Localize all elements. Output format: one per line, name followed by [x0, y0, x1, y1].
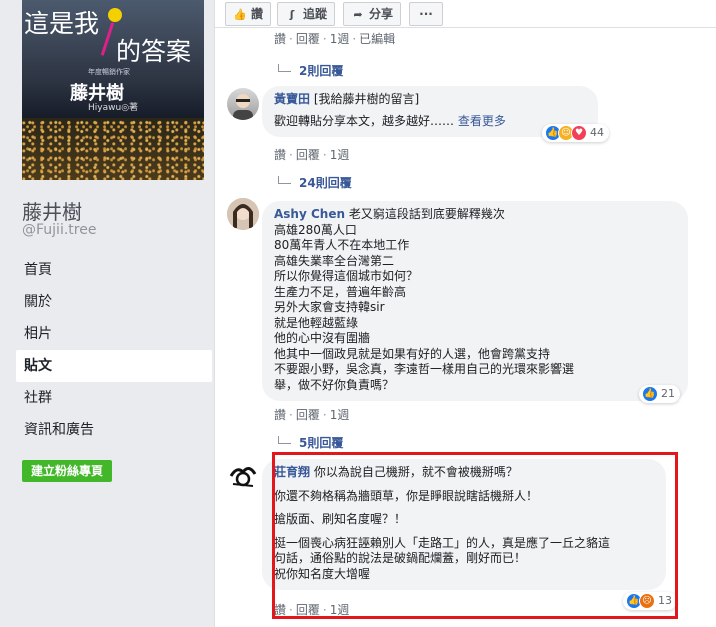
comment-edited[interactable]: 已編輯	[359, 32, 395, 46]
comment-actions: 讚 · 回覆 · 1週	[274, 148, 350, 162]
follow-button[interactable]: ʃ 追蹤	[277, 2, 336, 26]
avatar[interactable]	[227, 460, 259, 492]
avatar[interactable]	[227, 198, 259, 230]
page-handle[interactable]: @Fujii.tree	[22, 222, 96, 238]
view-replies-link[interactable]: 5則回覆	[278, 434, 343, 451]
comment-time[interactable]: 1週	[330, 32, 350, 46]
comment-like-link[interactable]: 讚	[274, 148, 286, 162]
share-arrow-icon: ➦	[353, 8, 363, 21]
comment-reply-link[interactable]: 回覆	[296, 32, 320, 46]
nav-item-info-ads[interactable]: 資訊和廣告	[16, 414, 202, 446]
calligraphy-avatar-icon	[229, 467, 257, 487]
cover-author-en: Hiyawu◎著	[88, 103, 139, 113]
cover-photo[interactable]: 這是我 的答案 年度暢銷作家 藤井樹 Hiyawu◎著	[22, 0, 204, 180]
rss-icon: ʃ	[289, 8, 295, 21]
comment-reply-link[interactable]: 回覆	[296, 408, 320, 422]
cover-title-line1: 這是我	[24, 9, 100, 38]
nav-item-about[interactable]: 關於	[16, 286, 202, 318]
cover-subtitle: 年度暢銷作家	[88, 68, 130, 76]
comment-time[interactable]: 1週	[330, 408, 350, 422]
comment-like-link[interactable]: 讚	[274, 408, 286, 422]
comment-reply-link[interactable]: 回覆	[296, 148, 320, 162]
comment-author[interactable]: 黃寶田	[274, 92, 310, 106]
share-button[interactable]: ➦ 分享	[343, 2, 402, 26]
comment-like-link[interactable]: 讚	[274, 32, 286, 46]
highlight-box	[272, 452, 678, 619]
reaction-summary[interactable]: 👍 ☺ ♥ 44	[542, 124, 609, 142]
view-replies-link[interactable]: 24則回覆	[278, 174, 352, 191]
person-avatar-icon	[227, 198, 259, 230]
cover-yellow-ball	[108, 8, 122, 22]
view-replies-link[interactable]: 2則回覆	[278, 62, 343, 79]
like-page-button[interactable]: 👍 讚	[225, 2, 272, 26]
thumbs-up-icon: 👍	[233, 8, 247, 21]
page-sidebar: 這是我 的答案 年度暢銷作家 藤井樹 Hiyawu◎著 藤井樹 @Fujii.t…	[0, 0, 212, 627]
cover-title-line2: 的答案	[116, 37, 192, 66]
comment-author[interactable]: Ashy Chen	[274, 207, 345, 221]
comment-actions: 讚 · 回覆 · 1週	[274, 408, 350, 422]
comment-time[interactable]: 1週	[330, 148, 350, 162]
reaction-summary[interactable]: 👍 21	[639, 385, 680, 403]
cover-pink-stroke	[100, 22, 115, 56]
avatar[interactable]	[227, 88, 259, 120]
post-comments-panel: 👍 讚 ʃ 追蹤 ➦ 分享 ··· 讚 · 回覆 · 1週 · 已編輯 2則回覆 黃寶田 [我給藤…	[214, 0, 716, 627]
comment-actions: 讚 · 回覆 · 1週 · 已編輯	[274, 32, 396, 46]
page-action-bar: 👍 讚 ʃ 追蹤 ➦ 分享 ···	[215, 0, 716, 28]
cover-city-lights	[22, 118, 204, 180]
nav-item-photos[interactable]: 相片	[16, 318, 202, 350]
person-avatar-icon	[233, 94, 253, 120]
reply-arrow-icon	[278, 436, 291, 444]
page-name[interactable]: 藤井樹	[22, 196, 82, 225]
like-reaction-icon: 👍	[642, 386, 658, 402]
nav-item-community[interactable]: 社群	[16, 382, 202, 414]
reply-arrow-icon	[278, 64, 291, 72]
comment-bubble: Ashy Chen 老又窮這段話到底要解釋幾次 高雄280萬人口 80萬年青人不…	[262, 201, 688, 401]
nav-item-posts[interactable]: 貼文	[16, 350, 212, 382]
reply-arrow-icon	[278, 176, 291, 184]
create-page-button[interactable]: 建立粉絲專頁	[22, 460, 113, 482]
more-options-button[interactable]: ···	[409, 2, 443, 26]
see-more-link[interactable]: 查看更多	[458, 114, 506, 128]
nav-item-home[interactable]: 首頁	[16, 254, 202, 286]
love-reaction-icon: ♥	[571, 125, 587, 141]
page-nav: 首頁 關於 相片 貼文 社群 資訊和廣告	[16, 254, 212, 446]
